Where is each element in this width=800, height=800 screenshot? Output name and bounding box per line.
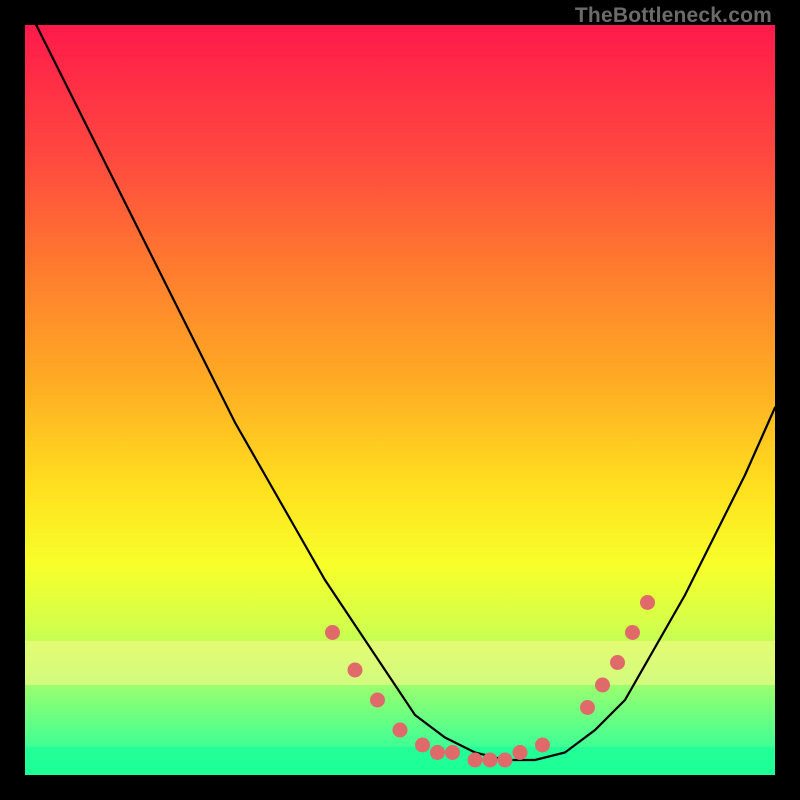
bottleneck-curve <box>25 25 775 760</box>
data-marker <box>468 753 483 768</box>
data-marker <box>370 693 385 708</box>
data-marker <box>535 738 550 753</box>
data-marker <box>498 753 513 768</box>
data-marker <box>580 700 595 715</box>
plot-area <box>25 25 775 775</box>
data-marker <box>348 663 363 678</box>
data-marker <box>393 723 408 738</box>
data-marker <box>625 625 640 640</box>
data-marker <box>640 595 655 610</box>
data-marker <box>415 738 430 753</box>
curve-layer <box>25 25 775 775</box>
data-marker <box>595 678 610 693</box>
data-marker <box>430 745 445 760</box>
data-marker <box>513 745 528 760</box>
data-marker <box>445 745 460 760</box>
data-marker <box>610 655 625 670</box>
data-marker <box>325 625 340 640</box>
data-marker <box>483 753 498 768</box>
chart-frame: TheBottleneck.com <box>0 0 800 800</box>
